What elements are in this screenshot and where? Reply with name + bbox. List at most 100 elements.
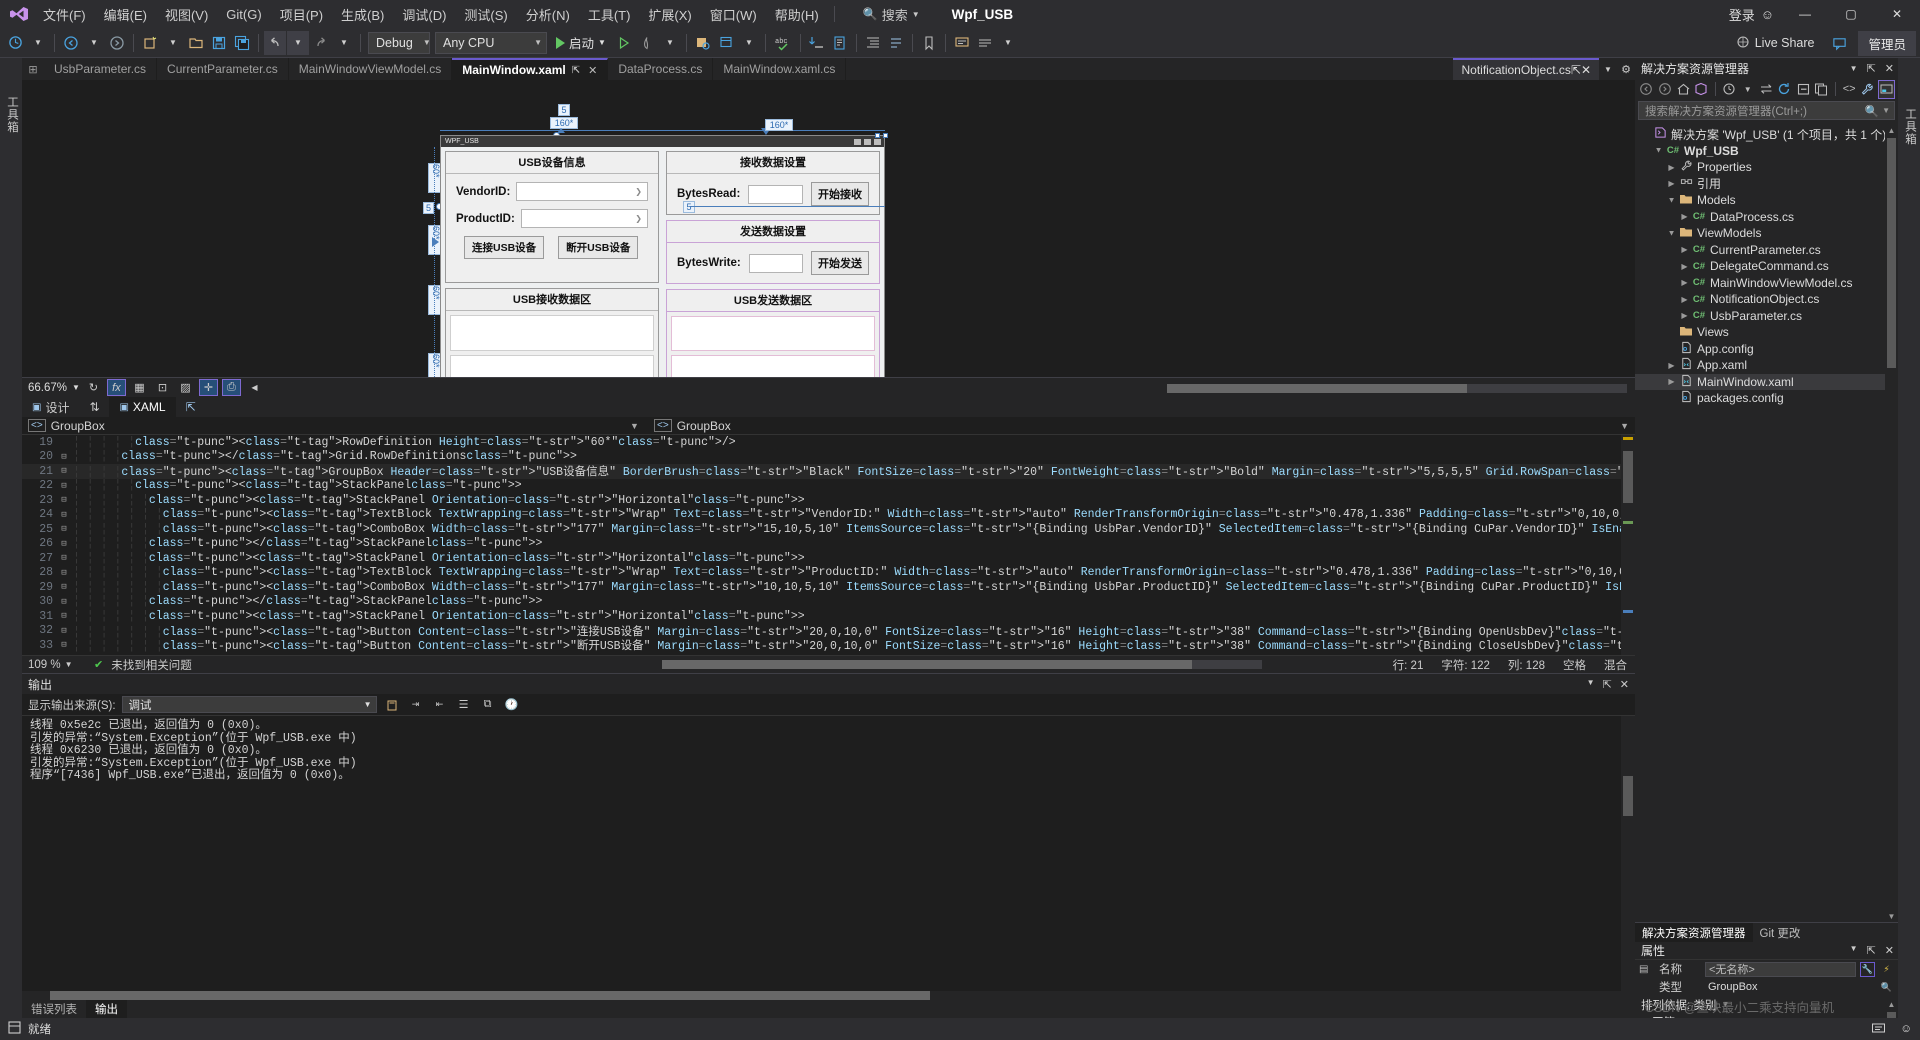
sign-in-button[interactable]: 登录 ☺ (1721, 5, 1782, 24)
tree-expander-icon[interactable]: ▲ (1652, 146, 1665, 155)
solution-tree-item[interactable]: ▶ 引用 (1635, 176, 1898, 193)
breadcrumb-left-label[interactable]: GroupBox (51, 419, 105, 433)
output-timestamp-icon[interactable]: 🕐 (503, 696, 521, 714)
solution-tree-item[interactable]: ▶ MainWindow.xaml (1635, 373, 1898, 390)
refresh-icon[interactable] (1776, 80, 1793, 99)
feedback-icon[interactable] (1828, 31, 1850, 55)
designer-hscrollbar[interactable] (1167, 384, 1627, 393)
tab-design-view[interactable]: ▣ 设计 (22, 397, 79, 417)
menu-file[interactable]: 文件(F) (34, 1, 95, 28)
solution-tree-item[interactable]: ▶ C# NotificationObject.cs (1635, 291, 1898, 308)
solution-tree-item[interactable]: ▶ C# MainWindowViewModel.cs (1635, 275, 1898, 292)
tree-expander-icon[interactable]: ▲ (1665, 196, 1678, 205)
code-text[interactable]: ¦ ¦ ¦ ¦ ¦ ¦class="t-punc"><class="t-tag"… (69, 552, 1635, 565)
output-filter-icon[interactable]: ⧉ (479, 696, 497, 714)
tab-usbparameter-cs[interactable]: UsbParameter.cs (44, 58, 158, 80)
back-icon[interactable] (1638, 80, 1655, 99)
menu-test[interactable]: 测试(S) (455, 1, 516, 28)
breadcrumb-chevron-icon[interactable]: ▼ (630, 421, 639, 431)
tab-mainwindowviewmodel-cs[interactable]: MainWindowViewModel.cs (288, 58, 453, 80)
show-all-files-icon[interactable] (1814, 80, 1831, 99)
designer-zoom-combo[interactable]: 66.67% ▼ (28, 382, 80, 394)
code-text[interactable]: ¦ ¦ ¦ ¦ ¦ ¦ ¦class="t-punc"><class="t-ta… (69, 637, 1635, 653)
indent-icon[interactable] (862, 31, 884, 55)
menu-window[interactable]: 窗口(W) (701, 1, 766, 28)
connect-usb-button[interactable]: 连接USB设备 (464, 236, 545, 259)
tree-expander-icon[interactable]: ▶ (1678, 278, 1691, 287)
gear-icon[interactable]: ⚙ (1617, 58, 1635, 80)
toggle-wordwrap-icon[interactable]: ⇥ (407, 696, 425, 714)
undo-button[interactable] (264, 30, 286, 55)
byteswrite-textbox[interactable] (748, 253, 803, 273)
outlining-toggle[interactable]: ⊟ (59, 466, 69, 476)
editor-zoom-combo[interactable]: 109 % ▼ (28, 659, 86, 671)
clear-output-icon[interactable] (383, 696, 401, 714)
close-icon[interactable]: ✕ (1581, 63, 1591, 77)
receive-settings-groupbox[interactable]: 接收数据设置 BytesRead: 开始接收 (666, 151, 880, 215)
effects-icon[interactable]: fx (106, 379, 126, 396)
output-hscroll-thumb[interactable] (50, 991, 930, 1000)
tree-expander-icon[interactable]: ▲ (1665, 229, 1678, 238)
output-list-icon[interactable]: ☰ (455, 696, 473, 714)
editor-hscroll-thumb[interactable] (662, 660, 1192, 669)
menu-build[interactable]: 生成(B) (332, 1, 393, 28)
home-icon[interactable] (1675, 80, 1692, 99)
navigate-back-button[interactable] (60, 31, 82, 55)
solution-tree-item[interactable]: Views (1635, 324, 1898, 341)
code-text[interactable]: ¦ ¦ ¦ ¦ ¦ ¦ ¦class="t-punc"><class="t-ta… (69, 508, 1635, 521)
live-share-button[interactable]: Live Share (1730, 35, 1821, 52)
tab-output[interactable]: 输出 (86, 1000, 127, 1018)
output-vscroll-thumb[interactable] (1623, 776, 1633, 816)
tab-mainwindow-xaml-cs[interactable]: MainWindow.xaml.cs (713, 58, 847, 80)
pending-changes-icon[interactable] (1721, 80, 1738, 99)
code-line[interactable]: 28 ⊟ ¦ ¦ ¦ ¦ ¦ ¦ ¦class="t-punc"><class="t… (22, 566, 1635, 581)
chevron-down-icon[interactable]: ▼ (738, 31, 760, 55)
bytesread-textbox[interactable] (748, 184, 803, 204)
property-name-value[interactable]: <无名称> (1705, 961, 1856, 977)
outlining-toggle[interactable]: ⊟ (59, 495, 69, 505)
pin-tabs-icon[interactable]: ⊞ (22, 58, 44, 80)
start-receive-button[interactable]: 开始接收 (811, 182, 869, 206)
attach-process-icon[interactable] (829, 31, 851, 55)
menu-view[interactable]: 视图(V) (156, 1, 217, 28)
menu-edit[interactable]: 编辑(E) (95, 1, 156, 28)
productid-combobox[interactable]: ❯ (520, 209, 648, 228)
tab-mainwindow-xaml[interactable]: MainWindow.xaml ⇱ ✕ (452, 58, 609, 80)
close-icon[interactable]: ✕ (1885, 62, 1894, 75)
solution-tree-scrollbar[interactable]: ▲ ▼ (1885, 124, 1898, 922)
start-without-debugging-icon[interactable] (613, 31, 635, 55)
designer-hscroll-thumb[interactable] (1167, 384, 1467, 393)
disconnect-usb-button[interactable]: 断开USB设备 (558, 236, 639, 259)
code-text[interactable]: ¦ ¦ ¦ ¦ ¦ ¦class="t-punc"><class="t-tag"… (69, 610, 1635, 623)
open-file-icon[interactable] (185, 31, 207, 55)
minimize-button[interactable]: — (1782, 0, 1828, 28)
code-line[interactable]: 31 ⊟ ¦ ¦ ¦ ¦ ¦ ¦class="t-punc"><class="t-t… (22, 609, 1635, 624)
scroll-down-icon[interactable]: ▼ (1887, 912, 1896, 921)
solution-tree-item[interactable]: ▶ C# CurrentParameter.cs (1635, 242, 1898, 259)
solution-tree-item[interactable]: ▲ C# Wpf_USB (1635, 143, 1898, 160)
chevron-down-icon[interactable]: ▼ (1587, 678, 1595, 691)
chevron-down-icon[interactable]: ▼ (333, 31, 355, 55)
tree-expander-icon[interactable]: ▶ (1665, 361, 1678, 370)
solution-explorer-search-input[interactable]: 搜索解决方案资源管理器(Ctrl+;) 🔍 ▼ (1638, 101, 1895, 120)
menu-git[interactable]: Git(G) (217, 3, 270, 26)
send-settings-groupbox[interactable]: 发送数据设置 BytesWrite: 开始发送 (666, 220, 880, 284)
toolbar-options-icon[interactable] (4, 31, 26, 55)
outlining-toggle[interactable]: ⊟ (59, 568, 69, 578)
output-source-combo[interactable]: 调试 ▼ (121, 696, 377, 713)
code-line[interactable]: 23 ⊟ ¦ ¦ ¦ ¦ ¦ ¦class="t-punc"><class="t-t… (22, 493, 1635, 508)
code-text[interactable]: ¦ ¦ ¦ ¦ ¦ ¦ ¦class="t-punc"><class="t-ta… (69, 581, 1635, 594)
usb-device-info-groupbox[interactable]: USB设备信息 VendorID: ❯ ProductID: ❯ 连接USB设备… (445, 151, 659, 284)
start-debug-button[interactable]: 启动 ▼ (550, 31, 612, 55)
solution-tree-item[interactable]: 解决方案 'Wpf_USB' (1 个项目，共 1 个) (1635, 126, 1898, 143)
tree-expander-icon[interactable]: ▶ (1678, 311, 1691, 320)
hot-reload-icon[interactable] (636, 31, 658, 55)
code-text[interactable]: ¦ ¦ ¦ ¦ ¦class="t-punc"><class="t-tag">R… (69, 436, 1635, 449)
tree-expander-icon[interactable]: ▶ (1665, 179, 1678, 188)
chevron-down-icon[interactable]: ▼ (1850, 64, 1858, 73)
code-editor[interactable]: 19 ¦ ¦ ¦ ¦ ¦class="t-punc"><class="t-tag"… (22, 435, 1635, 655)
code-line[interactable]: 24 ⊟ ¦ ¦ ¦ ¦ ¦ ¦ ¦class="t-punc"><class="t… (22, 508, 1635, 523)
editor-hscrollbar[interactable] (662, 660, 1262, 669)
solution-tree-item[interactable]: packages.config (1635, 390, 1898, 407)
chevron-down-icon[interactable]: ▼ (162, 31, 184, 55)
